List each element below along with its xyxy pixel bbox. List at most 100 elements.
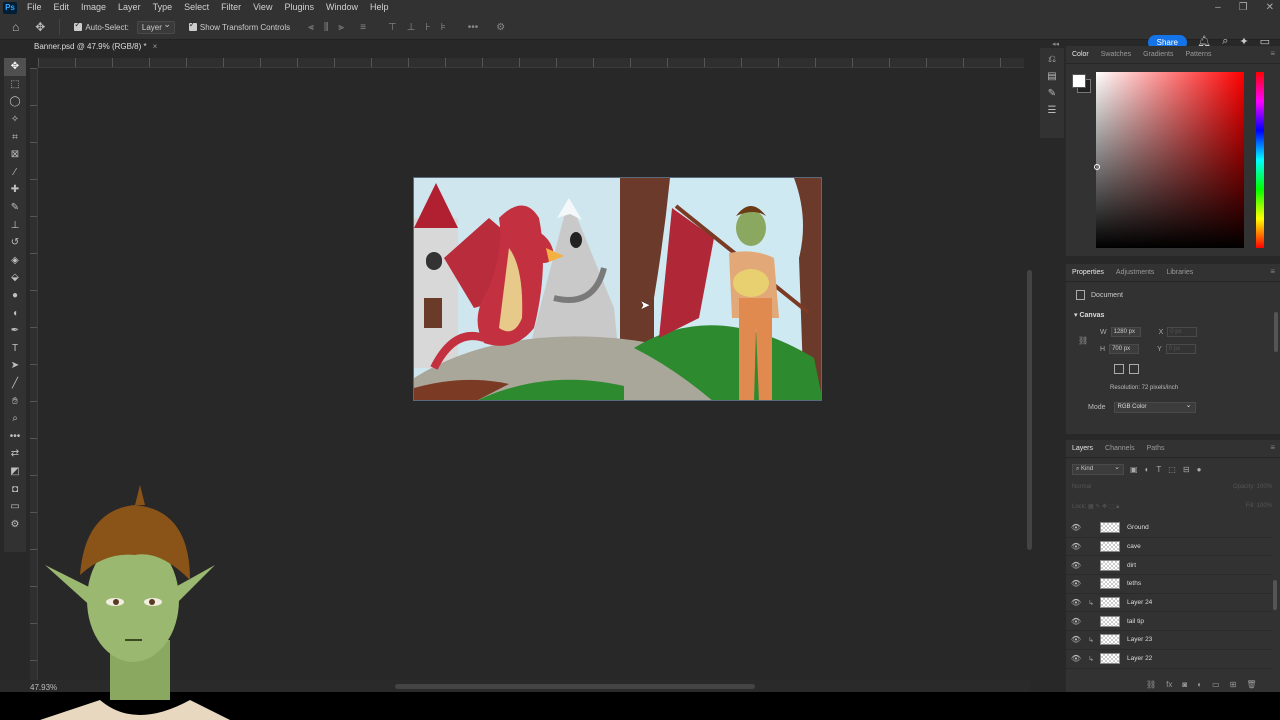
path-selection-icon[interactable]: ➤ xyxy=(4,357,26,375)
menu-view[interactable]: View xyxy=(247,0,278,15)
layers-scrollbar[interactable] xyxy=(1273,580,1277,610)
eyedropper-icon[interactable]: ⁄ xyxy=(4,164,26,182)
new-adjustment-icon[interactable]: ◐ xyxy=(1197,680,1202,689)
visibility-eye-icon[interactable]: 👁︎ xyxy=(1066,542,1086,551)
close-tab-icon[interactable]: × xyxy=(153,42,158,51)
pen-tool-icon[interactable]: ✒ xyxy=(4,322,26,340)
move-tool-icon[interactable]: ✥ xyxy=(4,58,26,76)
visibility-eye-icon[interactable]: 👁︎ xyxy=(1066,561,1086,570)
vertical-scrollbar[interactable] xyxy=(1027,270,1032,550)
menu-image[interactable]: Image xyxy=(75,0,112,15)
height-field[interactable]: 700 px xyxy=(1109,344,1140,354)
visibility-eye-icon[interactable]: 👁︎ xyxy=(1066,635,1086,644)
foreground-color-swatch[interactable] xyxy=(1072,74,1086,88)
history-brush-icon[interactable]: ↺ xyxy=(4,234,26,252)
layer-style-icon[interactable]: fx xyxy=(1166,680,1172,689)
paint-bucket-icon[interactable]: ⬙ xyxy=(4,269,26,287)
tab-libraries[interactable]: Libraries xyxy=(1160,269,1199,276)
restore-icon[interactable]: ❐ xyxy=(1239,0,1248,15)
mode-dropdown[interactable]: RGB Color xyxy=(1113,401,1196,413)
edit-toolbar-icon[interactable]: ⚙ xyxy=(4,515,26,533)
quick-mask-icon[interactable]: ◘ xyxy=(4,480,26,498)
type-filter-icon[interactable]: T xyxy=(1156,465,1161,474)
menu-help[interactable]: Help xyxy=(364,0,395,15)
tab-paths[interactable]: Paths xyxy=(1141,445,1171,452)
swap-colors-icon[interactable]: ⇄ xyxy=(4,445,26,463)
artwork-canvas[interactable] xyxy=(413,177,822,401)
more-options-icon[interactable]: ••• xyxy=(468,22,479,33)
width-field[interactable]: 1280 px xyxy=(1110,327,1141,337)
artboard-tool-icon[interactable]: ⬚ xyxy=(4,76,26,94)
close-window-icon[interactable]: ✕ xyxy=(1266,0,1274,15)
link-layers-icon[interactable]: ⛓ xyxy=(1146,680,1156,689)
collapse-panels-icon[interactable]: ◂◂ xyxy=(1052,40,1059,48)
home-icon[interactable]: ⌂ xyxy=(12,20,19,34)
blend-mode-dropdown[interactable]: Normal xyxy=(1072,484,1091,490)
layer-row[interactable]: 👁︎ dirt xyxy=(1066,556,1272,576)
auto-select-target-dropdown[interactable]: Layer xyxy=(136,19,175,34)
tab-color[interactable]: Color xyxy=(1066,51,1095,58)
align-top-icon[interactable]: ⊤ xyxy=(388,22,397,33)
layer-row[interactable]: 👁︎ Ground xyxy=(1066,519,1272,538)
visibility-eye-icon[interactable]: 👁︎ xyxy=(1066,598,1086,607)
layer-row[interactable]: 👁︎ tail tip xyxy=(1066,612,1272,632)
layer-row[interactable]: 👁︎ ↳ Layer 22 xyxy=(1066,650,1272,669)
clone-stamp-icon[interactable]: ⊥ xyxy=(4,216,26,234)
more-tools-icon[interactable]: ••• xyxy=(4,427,26,445)
healing-brush-icon[interactable]: ✚ xyxy=(4,181,26,199)
horizontal-ruler[interactable] xyxy=(38,58,1024,68)
brushes-panel-icon[interactable]: ✎ xyxy=(1048,88,1056,99)
layer-row[interactable]: 👁︎ cave xyxy=(1066,538,1272,557)
line-tool-icon[interactable]: ╱ xyxy=(4,375,26,393)
pixel-filter-icon[interactable]: ▣ xyxy=(1130,465,1138,474)
delete-layer-icon[interactable]: 🗑︎ xyxy=(1246,680,1256,689)
color-picker-marker[interactable] xyxy=(1094,164,1100,170)
tab-patterns[interactable]: Patterns xyxy=(1179,51,1217,58)
crop-tool-icon[interactable]: ⌗ xyxy=(4,128,26,146)
show-transform-checkbox[interactable]: Show Transform Controls xyxy=(188,20,290,32)
lock-controls[interactable]: Lock: ▦ ✎ ✥ ⬚ 🔒︎ xyxy=(1072,503,1119,511)
move-tool-icon[interactable]: ✥ xyxy=(35,20,45,34)
tab-gradients[interactable]: Gradients xyxy=(1137,51,1179,58)
align-right-icon[interactable]: ⫸ xyxy=(338,22,344,33)
panel-menu-icon[interactable]: ≡ xyxy=(1270,49,1275,58)
visibility-eye-icon[interactable]: 👁︎ xyxy=(1066,523,1086,532)
menu-select[interactable]: Select xyxy=(178,0,215,15)
menu-file[interactable]: File xyxy=(21,0,48,15)
tab-channels[interactable]: Channels xyxy=(1099,445,1141,452)
brush-tool-icon[interactable]: ✎ xyxy=(4,199,26,217)
portrait-orientation-icon[interactable] xyxy=(1114,364,1124,374)
smart-object-filter-icon[interactable]: ⊟ xyxy=(1183,465,1190,474)
frame-tool-icon[interactable]: ⊠ xyxy=(4,146,26,164)
align-bottom-icon[interactable]: ⊦ xyxy=(425,22,430,33)
landscape-orientation-icon[interactable] xyxy=(1129,364,1139,374)
horizontal-scrollbar[interactable] xyxy=(395,684,755,689)
layer-row[interactable]: 👁︎ ↳ Layer 24 xyxy=(1066,594,1272,613)
menu-edit[interactable]: Edit xyxy=(48,0,76,15)
vertical-ruler[interactable] xyxy=(30,68,38,680)
type-tool-icon[interactable]: T xyxy=(4,340,26,358)
magic-wand-icon[interactable]: ✧ xyxy=(4,111,26,129)
comments-panel-icon[interactable]: ▤ xyxy=(1047,71,1056,82)
hand-tool-icon[interactable]: ✋︎ xyxy=(4,392,26,410)
panel-menu-icon[interactable]: ≡ xyxy=(1270,443,1275,452)
tab-layers[interactable]: Layers xyxy=(1066,445,1099,452)
layer-row[interactable]: 👁︎ ↳ Layer 23 xyxy=(1066,631,1272,650)
menu-filter[interactable]: Filter xyxy=(215,0,247,15)
auto-select-checkbox[interactable]: Auto-Select: xyxy=(74,20,129,32)
align-center-icon[interactable]: ⫼ xyxy=(324,22,329,33)
blur-tool-icon[interactable]: ● xyxy=(4,287,26,305)
eraser-icon[interactable]: ◈ xyxy=(4,252,26,270)
minimize-icon[interactable]: – xyxy=(1215,0,1221,15)
panel-menu-icon[interactable]: ≡ xyxy=(1270,267,1275,276)
adjustments-panel-icon[interactable]: ☰ xyxy=(1048,105,1057,116)
screen-mode-icon[interactable]: ▭ xyxy=(4,498,26,516)
dodge-tool-icon[interactable]: ◖ xyxy=(4,304,26,322)
history-panel-icon[interactable]: ⎌ xyxy=(1048,54,1056,65)
filter-toggle-icon[interactable]: ● xyxy=(1197,465,1202,474)
tab-properties[interactable]: Properties xyxy=(1066,269,1110,276)
align-left-icon[interactable]: ⫷ xyxy=(308,22,314,33)
settings-gear-icon[interactable]: ⚙ xyxy=(496,22,505,33)
opacity-control[interactable]: Opacity: 100% xyxy=(1233,484,1272,490)
photoshop-logo[interactable]: Ps xyxy=(3,1,17,14)
